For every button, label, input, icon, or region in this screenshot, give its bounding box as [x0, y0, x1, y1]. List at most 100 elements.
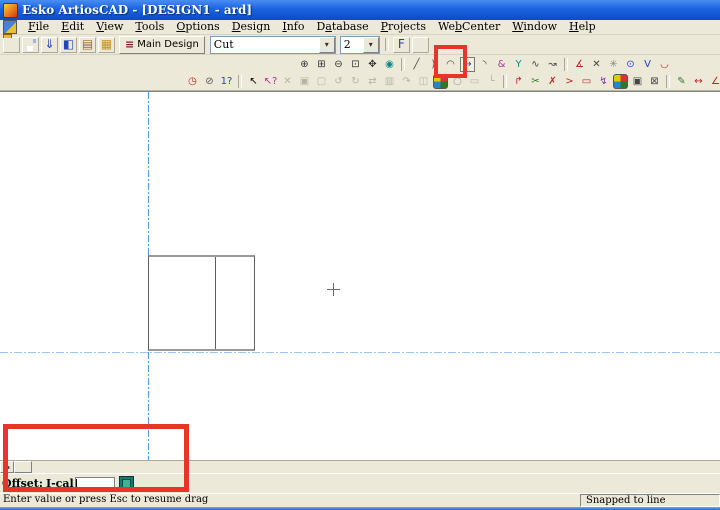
circle-tool-button[interactable]: ⊙ [623, 57, 638, 72]
scrollbar-thumb[interactable] [14, 461, 32, 473]
toolbar-separator [564, 58, 568, 71]
stretch-button[interactable]: ⇄ [365, 74, 380, 89]
paste-rect-button[interactable]: ▭ [467, 74, 482, 89]
rotate-right-button[interactable]: ↻ [348, 74, 363, 89]
select-info-button[interactable]: ↖? [263, 74, 278, 89]
v-notch-tool-button[interactable]: V [640, 57, 655, 72]
chevron-down-icon[interactable]: ▾ [363, 37, 379, 53]
measure-button[interactable]: ✎ [674, 74, 689, 89]
rotate-left-button[interactable]: ↺ [331, 74, 346, 89]
save-button[interactable] [22, 37, 39, 53]
extend-button[interactable]: > [562, 74, 577, 89]
zoom-window-button[interactable]: ⊞ [314, 57, 329, 72]
angle-dimension-button[interactable]: ∠ [708, 74, 720, 89]
curve-tool-button[interactable]: ∿ [528, 57, 543, 72]
zigzag-button[interactable]: ↯ [596, 74, 611, 89]
document-icon[interactable] [3, 20, 17, 34]
cut-line-button[interactable]: ✗ [545, 74, 560, 89]
polyline-tool-button[interactable]: ↝ [545, 57, 560, 72]
zoom-in-button[interactable]: ⊕ [297, 57, 312, 72]
angle-from-line-button[interactable]: ∡ [572, 57, 587, 72]
menu-view[interactable]: View [90, 20, 129, 34]
fillet-tool-button[interactable]: ◝ [477, 57, 492, 72]
line-angle-tool-button[interactable]: ⟩ [426, 57, 441, 72]
hatch-lines-button[interactable]: ✳ [606, 57, 621, 72]
main-design-button[interactable]: ≡ Main Design [119, 36, 205, 54]
design-browser-button[interactable]: ◧ [60, 37, 77, 53]
snap-status: Snapped to line [580, 494, 720, 507]
window-title: Esko ArtiosCAD - [DESIGN1 - ard] [22, 3, 252, 17]
mirror-copy-button[interactable]: ◫ [416, 74, 431, 89]
select-button[interactable]: ↖ [246, 74, 261, 89]
menu-help[interactable]: Help [563, 20, 602, 34]
format-button[interactable]: F [393, 37, 410, 53]
open-button[interactable] [3, 37, 20, 53]
zoom-extents-button[interactable]: ⊡ [348, 57, 363, 72]
workspace-button[interactable]: ▦ [98, 37, 115, 53]
menu-options[interactable]: Options [170, 20, 225, 34]
database-info-button[interactable]: ▤ [79, 37, 96, 53]
rotate-copy-button[interactable]: ↷ [399, 74, 414, 89]
app-icon [3, 3, 18, 18]
fit-cross-button[interactable]: ⊠ [647, 74, 662, 89]
pan-button[interactable]: ✥ [365, 57, 380, 72]
menu-database[interactable]: Database [310, 20, 374, 34]
arc-end-tool-button[interactable]: ◡ [657, 57, 672, 72]
trim-rect-button[interactable]: ▭ [579, 74, 594, 89]
zoom-out-button[interactable]: ⊖ [331, 57, 346, 72]
chevron-down-icon[interactable]: ▾ [319, 37, 335, 53]
color-palette-button[interactable] [433, 74, 448, 89]
menu-file[interactable]: File [22, 20, 55, 34]
offset-value: I-cal [46, 477, 74, 490]
status-bar: Enter value or press Esc to resume drag … [0, 493, 720, 507]
fit-rect-button[interactable]: ▣ [630, 74, 645, 89]
scroll-left-button[interactable]: ◄ [0, 461, 14, 473]
menu-edit[interactable]: Edit [55, 20, 90, 34]
menu-tools[interactable]: Tools [129, 20, 170, 34]
offset-line-tool-button[interactable]: → [460, 57, 475, 72]
offset-prompt-bar: Offset: I-cal [0, 473, 720, 493]
delete-button[interactable]: ✕ [280, 74, 295, 89]
export-button[interactable]: ⇓ [41, 37, 58, 53]
ellipse-button[interactable]: ○ [450, 74, 465, 89]
offset-label: Offset: [2, 477, 43, 490]
toolbar-separator [238, 75, 242, 88]
pointage-value: 2 [341, 38, 363, 51]
menu-bar: FileEditViewToolsOptionsDesignInfoDataba… [0, 20, 720, 35]
pattern-wheel-button[interactable] [613, 74, 628, 89]
horizontal-scrollbar[interactable]: ◄ [0, 460, 720, 473]
sever-button[interactable]: ✂ [528, 74, 543, 89]
arc-tool-button[interactable]: ◠ [443, 57, 458, 72]
line-type-value: Cut [211, 38, 319, 51]
rebuild-playback-button[interactable]: ◷ [185, 74, 200, 89]
distance-dimension-button[interactable]: ↔ [691, 74, 706, 89]
menu-info[interactable]: Info [276, 20, 310, 34]
main-design-label: Main Design [137, 39, 199, 50]
blend-tool-button[interactable]: & [494, 57, 509, 72]
copy-button[interactable]: ▥ [382, 74, 397, 89]
menu-webcenter[interactable]: WebCenter [432, 20, 506, 34]
confirm-button[interactable] [119, 476, 134, 491]
drawing-canvas[interactable] [0, 91, 720, 460]
move-l-button[interactable]: └ [484, 74, 499, 89]
menu-window[interactable]: Window [506, 20, 563, 34]
ungroup-button[interactable]: ▢ [314, 74, 329, 89]
convert-3d-button[interactable] [412, 37, 429, 53]
group-button[interactable]: ▣ [297, 74, 312, 89]
line-type-combobox[interactable]: Cut ▾ [210, 36, 336, 54]
adjust-button[interactable]: ↱ [511, 74, 526, 89]
toolbar-separator [666, 75, 670, 88]
line-tool-button[interactable]: ╱ [409, 57, 424, 72]
item-information-button[interactable]: 1? [219, 74, 234, 89]
cross-lines-button[interactable]: ✕ [589, 57, 604, 72]
view-mode-button[interactable]: ◉ [382, 57, 397, 72]
title-bar: Esko ArtiosCAD - [DESIGN1 - ard] [0, 0, 720, 20]
design-rectangle [148, 255, 255, 351]
pin-note-button[interactable]: ⊘ [202, 74, 217, 89]
menu-design[interactable]: Design [226, 20, 277, 34]
menu-projects[interactable]: Projects [375, 20, 432, 34]
branch-tool-button[interactable]: Y [511, 57, 526, 72]
offset-input[interactable] [75, 477, 115, 491]
pointage-combobox[interactable]: 2 ▾ [340, 36, 380, 54]
status-message: Enter value or press Esc to resume drag [0, 494, 580, 507]
